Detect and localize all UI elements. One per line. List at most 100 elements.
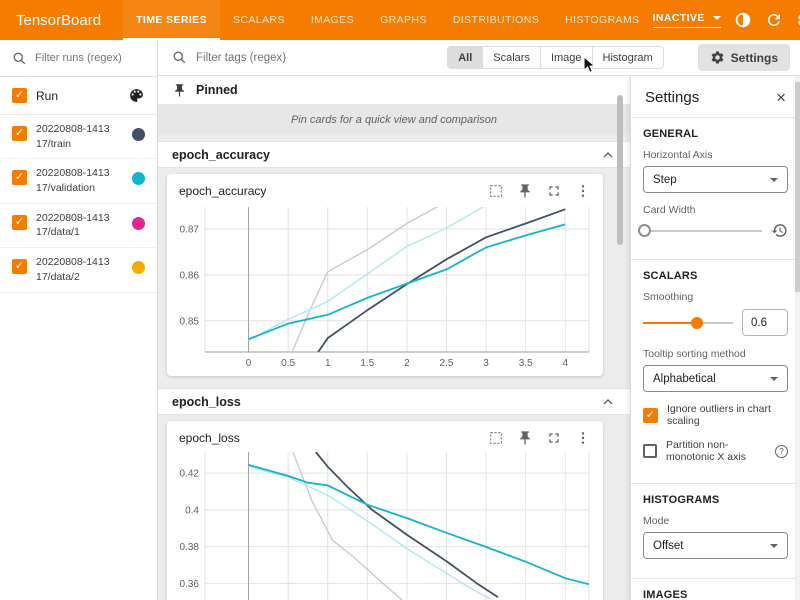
runs-filter[interactable]: Filter runs (regex) — [0, 40, 157, 77]
settings-scrollbar-track[interactable] — [795, 76, 800, 600]
card-actions — [488, 183, 591, 199]
select-all-runs-checkbox[interactable]: ✓ — [12, 88, 27, 103]
reset-icon[interactable] — [771, 222, 788, 239]
search-icon — [172, 50, 187, 65]
chevron-down-icon — [770, 377, 778, 381]
horizontal-axis-label: Horizontal Axis — [643, 149, 788, 161]
run-status-select[interactable]: INACTIVE — [653, 12, 721, 28]
chevron-down-icon — [770, 178, 778, 182]
filter-chip-image[interactable]: Image — [540, 47, 592, 68]
settings-scrollbar-thumb[interactable] — [795, 82, 800, 292]
fit-domain-icon[interactable] — [488, 183, 504, 199]
card-header: epoch_accuracy — [167, 174, 603, 201]
settings-button-label: Settings — [731, 51, 778, 65]
chevron-up-icon[interactable] — [600, 147, 616, 163]
section-header-epoch-accuracy[interactable]: epoch_accuracy — [158, 141, 630, 168]
settings-section-general: GENERAL Horizontal Axis Step Card Width — [631, 117, 800, 259]
runs-header-label: Run — [36, 89, 58, 103]
fit-domain-icon[interactable] — [488, 430, 504, 446]
settings-panel-header: Settings × — [631, 76, 800, 117]
smoothing-control: 0.6 — [643, 309, 788, 336]
runs-sidebar: Filter runs (regex) ✓ Run ✓20220808-1413… — [0, 40, 158, 600]
pinned-section-header: Pinned — [158, 76, 630, 105]
settings-button[interactable]: Settings — [698, 44, 790, 71]
run-status-label: INACTIVE — [653, 12, 705, 24]
filter-chip-scalars[interactable]: Scalars — [482, 47, 540, 68]
tag-type-filter-group: AllScalarsImageHistogram — [447, 46, 663, 69]
option-label: Ignore outliers in chart scaling — [667, 403, 788, 427]
histogram-mode-value: Offset — [653, 540, 683, 552]
tags-filter[interactable]: Filter tags (regex) — [172, 50, 447, 65]
run-row[interactable]: ✓ 20220808-141317/validation — [0, 159, 157, 203]
smoothing-value-input[interactable]: 0.6 — [742, 309, 788, 336]
pin-icon[interactable] — [517, 183, 533, 199]
smoothing-slider[interactable] — [643, 316, 733, 330]
card-container: epoch_loss 0.360.380.40.4200.511.522.533… — [158, 415, 630, 600]
svg-text:1: 1 — [325, 358, 331, 369]
pin-icon — [172, 83, 187, 98]
brightness-toggle-icon[interactable] — [734, 11, 752, 29]
tab-histograms[interactable]: HISTOGRAMS — [552, 0, 652, 40]
runs-header: ✓ Run — [0, 77, 157, 115]
main-scrollbar[interactable] — [617, 95, 623, 245]
refresh-icon[interactable] — [765, 11, 783, 29]
tooltip-sort-select[interactable]: Alphabetical — [643, 365, 788, 392]
chevron-down-icon — [770, 544, 778, 548]
run-label: 20220808-141317/validation — [36, 166, 110, 195]
filter-chip-histogram[interactable]: Histogram — [592, 47, 663, 68]
fullscreen-icon[interactable] — [546, 183, 562, 199]
runs-list: ✓20220808-141317/train✓20220808-141317/v… — [0, 115, 157, 293]
option-checkbox[interactable] — [643, 444, 657, 458]
card-width-label: Card Width — [643, 204, 788, 216]
run-row[interactable]: ✓20220808-141317/train — [0, 115, 157, 159]
line-chart-epoch-accuracy[interactable]: 0.850.860.8700.511.522.533.54 — [175, 203, 593, 376]
run-checkbox[interactable]: ✓ — [12, 215, 27, 230]
run-checkbox[interactable]: ✓ — [12, 170, 27, 185]
cards-area: Pinned Pin cards for a quick view and co… — [158, 76, 630, 600]
filter-chip-all[interactable]: All — [448, 47, 482, 68]
run-row[interactable]: ✓20220808-141317/data/1 — [0, 204, 157, 248]
gear-icon[interactable] — [796, 11, 800, 29]
histogram-mode-label: Mode — [643, 515, 788, 527]
run-row[interactable]: ✓ 20220808-141317/data/2 — [0, 248, 157, 292]
tab-distributions[interactable]: DISTRIBUTIONS — [440, 0, 552, 40]
help-icon[interactable]: ? — [775, 445, 788, 458]
section-heading: HISTOGRAMS — [643, 494, 788, 506]
settings-section-scalars: SCALARS Smoothing 0.6 Tooltip sorting me… — [631, 259, 800, 483]
chevron-up-icon[interactable] — [600, 394, 616, 410]
tooltip-sort-value: Alphabetical — [653, 373, 716, 385]
card-width-slider[interactable] — [643, 224, 762, 238]
horizontal-axis-select[interactable]: Step — [643, 166, 788, 193]
histogram-mode-select[interactable]: Offset — [643, 532, 788, 559]
svg-text:4: 4 — [562, 358, 568, 369]
svg-text:2.5: 2.5 — [440, 358, 454, 369]
run-checkbox[interactable]: ✓ — [12, 259, 27, 274]
tab-scalars[interactable]: SCALARS — [220, 0, 298, 40]
run-label: 20220808-141317/data/2 — [36, 255, 110, 284]
close-icon[interactable]: × — [776, 89, 786, 106]
card-width-control — [643, 222, 788, 239]
run-checkbox[interactable]: ✓ — [12, 126, 27, 141]
settings-panel: Settings × GENERAL Horizontal Axis Step … — [630, 76, 800, 600]
scalar-options: ✓ Ignore outliers in chart scaling Partiti… — [643, 403, 788, 463]
more-menu-icon[interactable] — [575, 430, 591, 446]
tab-graphs[interactable]: GRAPHS — [367, 0, 440, 40]
tab-time-series[interactable]: TIME SERIES — [123, 0, 220, 40]
line-chart-epoch-loss[interactable]: 0.360.380.40.4200.511.522.533.54 — [175, 450, 593, 600]
smoothing-label: Smoothing — [643, 291, 788, 303]
scalar-option: Partition non-monotonic X axis? — [643, 439, 788, 463]
more-menu-icon[interactable] — [575, 183, 591, 199]
palette-icon[interactable] — [128, 87, 145, 104]
svg-text:3: 3 — [483, 358, 489, 369]
tab-images[interactable]: IMAGES — [298, 0, 367, 40]
main-nav: TIME SERIESSCALARSIMAGESGRAPHSDISTRIBUTI… — [123, 0, 652, 40]
run-color-dot — [132, 217, 145, 230]
pinned-empty-hint: Pin cards for a quick view and compariso… — [158, 105, 630, 135]
fullscreen-icon[interactable] — [546, 430, 562, 446]
pin-icon[interactable] — [517, 430, 533, 446]
option-checkbox[interactable]: ✓ — [643, 408, 658, 423]
section-header-epoch-loss[interactable]: epoch_loss — [158, 388, 630, 415]
section-heading: SCALARS — [643, 270, 788, 282]
chart-card-epoch-accuracy: epoch_accuracy 0.850.860.8700.511.522.53… — [167, 174, 603, 376]
svg-text:0.5: 0.5 — [281, 358, 295, 369]
